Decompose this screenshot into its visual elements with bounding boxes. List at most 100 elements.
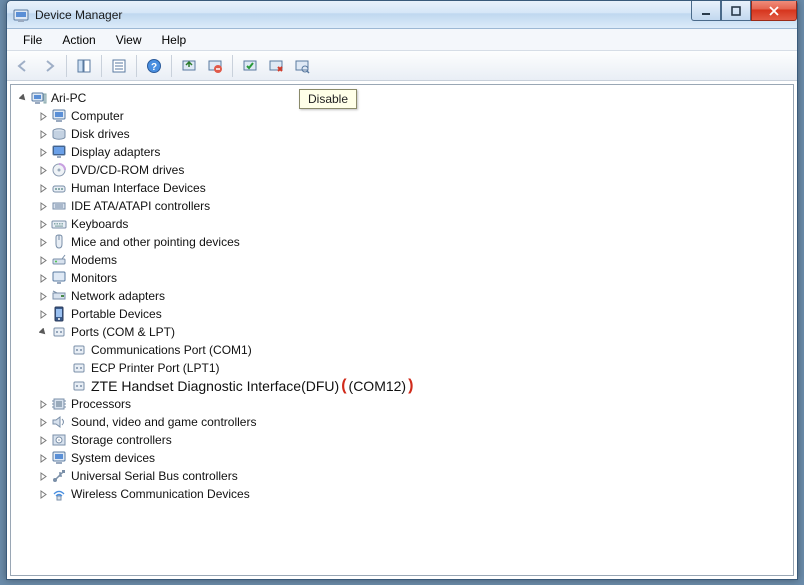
menu-help[interactable]: Help	[152, 31, 197, 49]
ide-icon	[51, 198, 67, 214]
sound-icon	[51, 414, 67, 430]
uninstall-button[interactable]	[203, 54, 227, 78]
expand-icon[interactable]	[37, 236, 49, 248]
portable-icon	[51, 306, 67, 322]
update-driver-button[interactable]	[177, 54, 201, 78]
menubar: File Action View Help	[7, 29, 797, 51]
category-ide[interactable]: IDE ATA/ATAPI controllers	[31, 197, 793, 215]
category-processors[interactable]: Processors	[31, 395, 793, 413]
modem-icon	[51, 252, 67, 268]
tooltip: Disable	[299, 89, 357, 109]
collapse-icon[interactable]	[17, 92, 29, 104]
category-keyboards[interactable]: Keyboards	[31, 215, 793, 233]
computer-icon	[31, 90, 47, 106]
properties-button[interactable]	[107, 54, 131, 78]
expand-icon[interactable]	[37, 488, 49, 500]
root-node[interactable]: Ari-PC	[11, 89, 793, 107]
category-dvd[interactable]: DVD/CD-ROM drives	[31, 161, 793, 179]
category-usb[interactable]: Universal Serial Bus controllers	[31, 467, 793, 485]
port-icon	[71, 378, 87, 394]
device-zte-com12[interactable]: ZTE Handset Diagnostic Interface(DFU)((C…	[51, 377, 793, 395]
dvd-icon	[51, 162, 67, 178]
category-system[interactable]: System devices	[31, 449, 793, 467]
port-icon	[71, 360, 87, 376]
keyboard-icon	[51, 216, 67, 232]
category-modems[interactable]: Modems	[31, 251, 793, 269]
category-wireless[interactable]: Wireless Communication Devices	[31, 485, 793, 503]
expand-icon[interactable]	[37, 308, 49, 320]
computer-icon	[51, 108, 67, 124]
category-monitors[interactable]: Monitors	[31, 269, 793, 287]
expand-icon[interactable]	[37, 434, 49, 446]
expand-icon[interactable]	[37, 470, 49, 482]
show-hide-tree-button[interactable]	[72, 54, 96, 78]
expand-icon[interactable]	[37, 164, 49, 176]
expand-icon[interactable]	[37, 218, 49, 230]
separator	[171, 55, 172, 77]
expand-icon[interactable]	[37, 146, 49, 158]
disk-icon	[51, 126, 67, 142]
expand-icon[interactable]	[37, 398, 49, 410]
category-display-adapters[interactable]: Display adapters	[31, 143, 793, 161]
minimize-button[interactable]	[691, 1, 721, 21]
menu-file[interactable]: File	[13, 31, 52, 49]
storage-icon	[51, 432, 67, 448]
window-controls	[691, 1, 797, 21]
port-icon	[51, 324, 67, 340]
menu-action[interactable]: Action	[52, 31, 105, 49]
annotation-paren-right: )	[406, 377, 415, 395]
system-icon	[51, 450, 67, 466]
monitor-icon	[51, 270, 67, 286]
network-icon	[51, 288, 67, 304]
window-title: Device Manager	[35, 8, 122, 22]
device-manager-window: Device Manager File Action View Help ? D…	[6, 0, 798, 580]
wireless-icon	[51, 486, 67, 502]
mouse-icon	[51, 234, 67, 250]
expand-icon[interactable]	[37, 200, 49, 212]
svg-text:?: ?	[151, 62, 157, 73]
menu-view[interactable]: View	[106, 31, 152, 49]
category-mice[interactable]: Mice and other pointing devices	[31, 233, 793, 251]
expand-icon[interactable]	[37, 128, 49, 140]
enable-button[interactable]	[238, 54, 262, 78]
separator	[232, 55, 233, 77]
usb-icon	[51, 468, 67, 484]
display-icon	[51, 144, 67, 160]
annotation-paren-left: (	[339, 377, 348, 395]
expand-icon[interactable]	[37, 182, 49, 194]
category-disk-drives[interactable]: Disk drives	[31, 125, 793, 143]
separator	[136, 55, 137, 77]
separator	[101, 55, 102, 77]
category-storage[interactable]: Storage controllers	[31, 431, 793, 449]
expand-icon[interactable]	[37, 452, 49, 464]
category-computer[interactable]: Computer	[31, 107, 793, 125]
toolbar: ?	[7, 51, 797, 81]
maximize-button[interactable]	[721, 1, 751, 21]
forward-button[interactable]	[37, 54, 61, 78]
close-button[interactable]	[751, 1, 797, 21]
device-tree-panel[interactable]: Disable Ari-PCComputerDisk drivesDisplay…	[10, 84, 794, 576]
expand-icon[interactable]	[37, 272, 49, 284]
help-button[interactable]: ?	[142, 54, 166, 78]
category-sound[interactable]: Sound, video and game controllers	[31, 413, 793, 431]
expand-icon[interactable]	[37, 254, 49, 266]
collapse-icon[interactable]	[37, 326, 49, 338]
scan-hardware-button[interactable]	[290, 54, 314, 78]
back-button[interactable]	[11, 54, 35, 78]
hid-icon	[51, 180, 67, 196]
category-network[interactable]: Network adapters	[31, 287, 793, 305]
category-ports[interactable]: Ports (COM & LPT)	[31, 323, 793, 341]
separator	[66, 55, 67, 77]
device-lpt1[interactable]: ECP Printer Port (LPT1)	[51, 359, 793, 377]
expand-icon[interactable]	[37, 290, 49, 302]
expand-icon[interactable]	[37, 110, 49, 122]
port-icon	[71, 342, 87, 358]
cpu-icon	[51, 396, 67, 412]
category-hid[interactable]: Human Interface Devices	[31, 179, 793, 197]
app-icon	[13, 7, 29, 23]
expand-icon[interactable]	[37, 416, 49, 428]
device-com1[interactable]: Communications Port (COM1)	[51, 341, 793, 359]
disable-button[interactable]	[264, 54, 288, 78]
titlebar[interactable]: Device Manager	[7, 1, 797, 29]
category-portable[interactable]: Portable Devices	[31, 305, 793, 323]
